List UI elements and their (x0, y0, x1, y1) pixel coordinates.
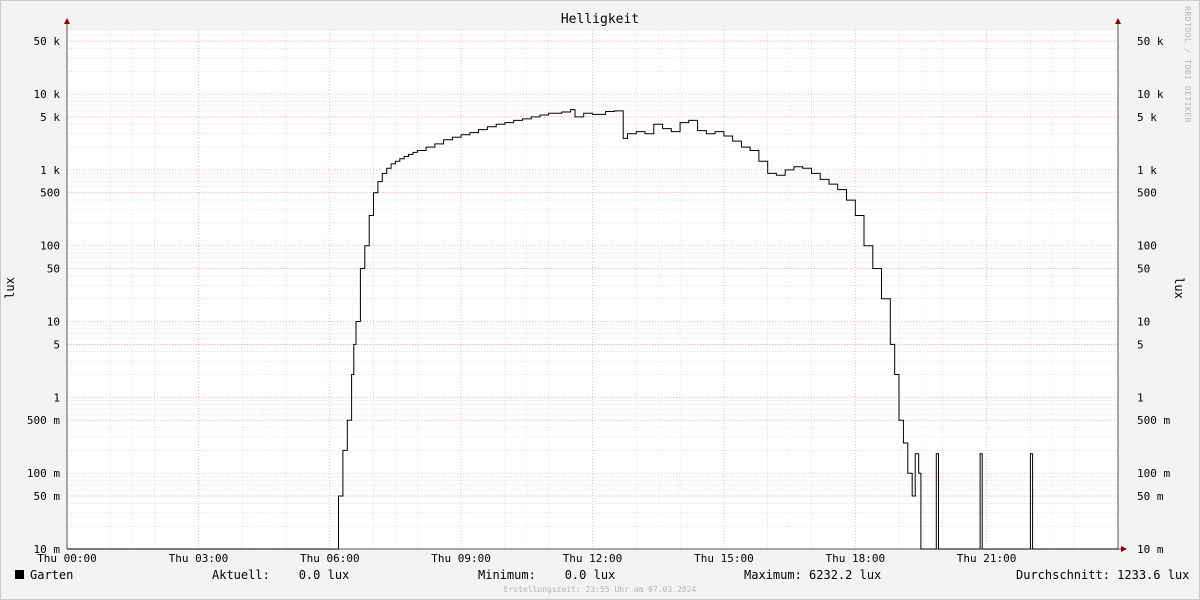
y-tick-label: 100 m (1137, 467, 1170, 480)
y-tick-label: 5 k (1137, 111, 1157, 124)
y-tick-label: 10 (1137, 316, 1150, 329)
x-tick-label: Thu 15:00 (694, 552, 754, 565)
x-axis-arrow (1121, 546, 1127, 552)
y-axis-arrow-right (1115, 18, 1121, 24)
x-tick-labels: Thu 00:00 Thu 03:00 Thu 06:00 Thu 09:00 Thu … (37, 552, 1016, 565)
y-tick-label: 50 k (34, 35, 61, 48)
y-tick-label: 10 k (1137, 88, 1164, 101)
chart: 10 m 50 m 100 m 500 m 1 5 10 50 100 500 1 k 5 k 10 k… (3, 12, 1186, 565)
y-axis-label-left: lux (3, 277, 17, 299)
y-tick-label: 50 m (1137, 490, 1164, 503)
y-axis-label-right: lux (1172, 277, 1186, 299)
y-tick-label: 50 k (1137, 35, 1164, 48)
x-tick-label: Thu 03:00 (169, 552, 229, 565)
legend-durchschnitt: Durchschnitt: 1233.6 lux (1016, 568, 1190, 582)
y-axis-arrow-left (64, 18, 70, 24)
legend-series-label: Garten (30, 568, 74, 582)
y-tick-label: 5 (53, 338, 60, 351)
x-tick-label: Thu 12:00 (563, 552, 623, 565)
legend-aktuell: Aktuell: 0.0 lux (212, 568, 350, 582)
x-tick-label: Thu 21:00 (957, 552, 1017, 565)
legend-minimum: Minimum: 0.0 lux (478, 568, 616, 582)
y-tick-label: 50 (47, 263, 60, 276)
y-tick-label: 500 (1137, 187, 1157, 200)
x-tick-label: Thu 09:00 (431, 552, 491, 565)
legend-maximum: Maximum: 6232.2 lux (744, 568, 882, 582)
y-tick-label: 10 m (1137, 543, 1164, 556)
y-tick-label: 10 k (34, 88, 61, 101)
x-tick-label: Thu 06:00 (300, 552, 360, 565)
y-tick-label: 100 (1137, 240, 1157, 253)
y-tick-label: 500 m (27, 414, 60, 427)
y-tick-label: 5 (1137, 338, 1144, 351)
footer-timestamp: Erstellungszeit: 23:55 Uhr am 07.03.2024 (503, 585, 697, 594)
legend: Garten Aktuell: 0.0 lux Minimum: 0.0 lux… (0, 568, 1200, 584)
y-tick-label: 1 (53, 391, 60, 404)
chart-title: Helligkeit (561, 12, 639, 27)
x-tick-label: Thu 18:00 (825, 552, 885, 565)
y-tick-label: 1 (1137, 391, 1144, 404)
y-tick-label: 100 (40, 240, 60, 253)
y-tick-label: 500 m (1137, 414, 1170, 427)
y-tick-label: 10 (47, 316, 60, 329)
rrdtool-watermark: RRDTOOL / TOBI OETIKER (1183, 6, 1192, 123)
y-tick-label: 1 k (1137, 164, 1157, 177)
y-tick-label: 1 k (40, 164, 60, 177)
y-tick-label: 100 m (27, 467, 60, 480)
y-tick-label: 50 (1137, 263, 1150, 276)
y-tick-label: 5 k (40, 111, 60, 124)
x-tick-label: Thu 00:00 (37, 552, 97, 565)
y-tick-label: 500 (40, 187, 60, 200)
y-tick-label: 50 m (34, 490, 61, 503)
y-tick-labels-right: 10 m 50 m 100 m 500 m 1 5 10 50 100 500 1 k 5 k 10 k… (1137, 35, 1170, 556)
y-tick-labels-left: 10 m50 m100 m500 m1510501005001 k5 k10 k… (27, 35, 60, 556)
